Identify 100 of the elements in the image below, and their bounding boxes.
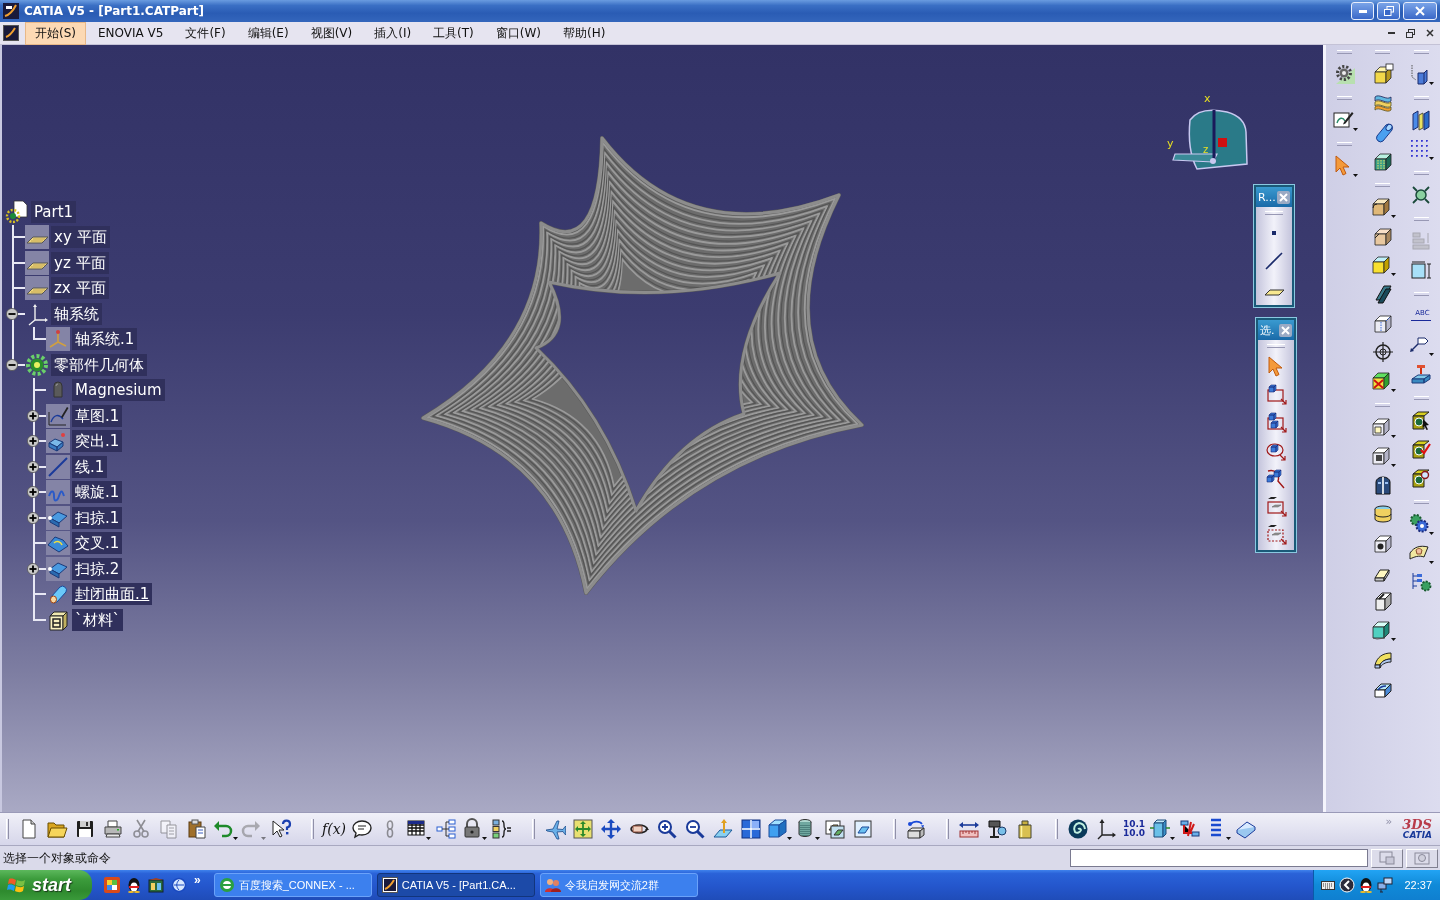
cube-checkmark-icon[interactable] — [1410, 437, 1432, 460]
menu-item[interactable]: 编辑(E) — [237, 21, 299, 45]
minimize-button[interactable] — [1351, 2, 1374, 20]
compass-drawing[interactable] — [1172, 109, 1248, 170]
menu-item[interactable]: 插入(I) — [364, 21, 422, 45]
start-button[interactable]: start — [0, 870, 92, 900]
parameter-list-icon[interactable] — [491, 818, 513, 840]
restore-button[interactable] — [1377, 2, 1400, 20]
help-pointer-icon[interactable] — [270, 818, 292, 840]
broken-link-icon[interactable] — [1179, 818, 1201, 840]
tree-item[interactable]: 封闭曲面.1 — [72, 583, 153, 606]
plus-icon[interactable] — [27, 562, 39, 575]
measure-probe-icon[interactable] — [986, 818, 1008, 840]
plus-icon[interactable] — [27, 435, 39, 448]
stamp-icon[interactable] — [1410, 362, 1432, 385]
cube-frame-icon[interactable] — [1265, 383, 1287, 405]
menu-item[interactable]: 视图(V) — [300, 21, 363, 45]
menu-item[interactable]: 窗口(W) — [485, 21, 552, 45]
status-button[interactable] — [1371, 848, 1403, 868]
plus-icon[interactable] — [27, 511, 39, 524]
close-icon[interactable] — [1277, 190, 1290, 204]
plates-frame-icon[interactable] — [1265, 495, 1287, 517]
axis-icon[interactable] — [1095, 818, 1117, 840]
airplane-icon[interactable] — [544, 818, 566, 840]
spiral-icon[interactable] — [1067, 818, 1089, 840]
tree-item[interactable]: 轴系统 — [51, 302, 102, 325]
panels-icon[interactable] — [1410, 108, 1432, 131]
crosshair-icon[interactable] — [1371, 340, 1394, 363]
tree-item[interactable]: 零部件几何体 — [51, 353, 147, 376]
tree-item[interactable]: 扫掠.1 — [72, 506, 123, 529]
tree-item[interactable]: Magnesium — [72, 379, 165, 402]
menu-item[interactable]: 开始(S) — [25, 21, 86, 45]
units-button[interactable]: 10.1 10.0 — [1122, 820, 1146, 838]
plates-dashed-frame-icon[interactable] — [1265, 523, 1287, 545]
formula-button[interactable]: f(x) — [322, 822, 346, 836]
dimensioned-box-icon[interactable] — [1410, 258, 1432, 281]
gear-icon[interactable] — [1333, 62, 1356, 85]
box-arrow-icon[interactable] — [905, 818, 927, 840]
globe-icon[interactable] — [171, 877, 187, 893]
stacked-windows-icon[interactable] — [824, 818, 846, 840]
tree-item[interactable]: `材料` — [72, 608, 123, 631]
close-icon[interactable] — [1279, 323, 1292, 337]
penguin-icon[interactable] — [1359, 877, 1373, 893]
taskbar-button[interactable]: CATIA V5 - [Part1.CA... — [376, 873, 535, 897]
cube-pointer-icon[interactable] — [1410, 408, 1432, 431]
cabinet-icon[interactable] — [148, 877, 164, 893]
tree-item[interactable]: 突出.1 — [72, 430, 123, 453]
status-button[interactable] — [1406, 848, 1438, 868]
fit-all-icon[interactable] — [572, 818, 594, 840]
menu-item[interactable]: ENOVIA V5 — [88, 23, 174, 43]
clipboard-icon[interactable] — [186, 818, 208, 840]
four-views-icon[interactable] — [740, 818, 762, 840]
minus-icon[interactable] — [6, 307, 18, 320]
tree-item[interactable]: 线.1 — [72, 455, 108, 478]
cubes-frame-icon[interactable] — [1265, 411, 1287, 433]
tree-item[interactable]: 螺旋.1 — [72, 481, 123, 504]
tree-item[interactable]: yz 平面 — [51, 251, 109, 274]
tree-item[interactable]: Part1 — [31, 200, 77, 223]
cube-magnifier-icon[interactable] — [1410, 466, 1432, 489]
tree-item[interactable]: 轴系统.1 — [72, 328, 138, 351]
hierarchy-icon[interactable] — [435, 818, 457, 840]
gears-icon[interactable] — [1408, 511, 1434, 536]
close-button[interactable] — [1403, 2, 1437, 20]
penguin-icon[interactable] — [127, 877, 141, 893]
minus-icon[interactable] — [6, 358, 18, 371]
tree-item[interactable]: zx 平面 — [51, 277, 109, 300]
command-input[interactable] — [1070, 849, 1368, 867]
tiles-icon[interactable] — [104, 877, 120, 893]
tree-item[interactable]: xy 平面 — [51, 226, 110, 249]
plus-icon[interactable] — [27, 460, 39, 473]
plane-arrow-icon[interactable] — [712, 818, 734, 840]
menu-item[interactable]: 工具(T) — [423, 21, 484, 45]
line-icon[interactable] — [1263, 250, 1285, 272]
tree-item[interactable]: 草图.1 — [72, 404, 123, 427]
network-icon[interactable] — [1377, 877, 1393, 893]
taskbar-button[interactable]: 令我启发网交流2群 — [539, 873, 698, 897]
cubes-curve-icon[interactable] — [1265, 467, 1287, 489]
tagged-box-icon[interactable] — [1371, 62, 1394, 85]
tree-item[interactable]: 交叉.1 — [72, 532, 123, 555]
plus-icon[interactable] — [27, 486, 39, 499]
zoom-out-icon[interactable] — [684, 818, 706, 840]
tree-gear-icon[interactable] — [1410, 570, 1432, 593]
menu-item[interactable]: 文件(F) — [175, 21, 236, 45]
printer-icon[interactable] — [102, 818, 124, 840]
plus-icon[interactable] — [27, 409, 39, 422]
cube-icon[interactable] — [766, 817, 792, 841]
taskbar-button[interactable]: 百度搜索_CONNEX - ... — [213, 873, 372, 897]
padlock-icon[interactable] — [461, 817, 487, 841]
speech-bubble-icon[interactable] — [351, 818, 373, 840]
zoom-in-icon[interactable] — [656, 818, 678, 840]
cube-arrows-icon[interactable] — [1149, 817, 1175, 841]
pan-icon[interactable] — [600, 818, 622, 840]
grooved-ring-icon[interactable] — [1371, 502, 1394, 525]
keyboard-icon[interactable] — [1321, 880, 1335, 890]
menu-item[interactable]: 帮助(H) — [553, 21, 616, 45]
table-icon[interactable] — [405, 817, 431, 841]
quick-launch-overflow-button[interactable]: » — [194, 873, 201, 887]
plane-frame-icon[interactable] — [852, 818, 874, 840]
tree-item[interactable]: 扫掠.2 — [72, 557, 123, 580]
target-icon[interactable] — [1410, 183, 1432, 206]
